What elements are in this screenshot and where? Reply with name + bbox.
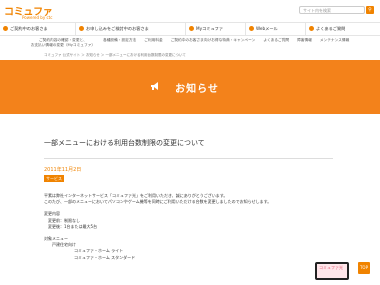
home-icon xyxy=(189,26,194,31)
page-banner: お知らせ xyxy=(0,60,380,114)
person-icon xyxy=(79,26,84,31)
subnav-outage[interactable]: 障害情報 xyxy=(293,38,316,50)
mail-icon xyxy=(249,26,254,31)
nav-faq[interactable]: よくあるご質問 xyxy=(306,23,380,35)
nav-current-customers[interactable]: ご契約中のお客さま xyxy=(0,23,76,35)
page-title: お知らせ xyxy=(175,84,219,95)
breadcrumb[interactable]: コミュファ 公式サイト ＞ お知らせ ＞ 一部メニューにおける利用台数制限の変更… xyxy=(44,53,186,58)
subnav-contract[interactable]: ご契約内容の確認・変更と、 お支払い情報の変更（Myコミュファ） xyxy=(27,38,99,50)
main-nav: ご契約中のお客さま お申し込みをご検討中のお客さま Myコミュファ Webメール… xyxy=(0,22,380,36)
article-body: 平素は弊社インターネットサービス「コミュファ光」をご利用いただき、誠にありがとう… xyxy=(44,193,334,261)
brand-sub: Powered by ctc xyxy=(22,15,53,20)
search-icon[interactable]: ⚲ xyxy=(366,6,374,14)
search-input[interactable]: サイト内を検索 xyxy=(299,6,365,14)
floating-banner[interactable]: コミュファ光 xyxy=(315,262,349,280)
article-date: 2011年11月2日 xyxy=(44,167,82,173)
article-title: 一部メニューにおける利用台数制限の変更について xyxy=(44,138,333,159)
subnav-fees[interactable]: ご利用料金 xyxy=(140,38,166,50)
question-icon xyxy=(309,26,314,31)
category-badge: サービス xyxy=(44,175,64,182)
subnav-maintenance[interactable]: メンテナンス情報 xyxy=(316,38,353,50)
person-icon xyxy=(3,26,8,31)
back-to-top-button[interactable]: TOP xyxy=(358,262,370,274)
subnav-campaign[interactable]: ご契約中のお客さま向けお得な特典・キャンペーン xyxy=(167,38,260,50)
subnav-settings[interactable]: 各種設備・設定方法 xyxy=(99,38,140,50)
nav-prospective-customers[interactable]: お申し込みをご検討中のお客さま xyxy=(76,23,186,35)
site-header: コミュファ Powered by ctc サイト内を検索 ⚲ xyxy=(0,0,380,22)
nav-webmail[interactable]: Webメール xyxy=(246,23,306,35)
sub-nav: ご契約内容の確認・変更と、 お支払い情報の変更（Myコミュファ） 各種設備・設定方… xyxy=(0,36,380,50)
menu-item: コミュファ・ホーム スタンダード xyxy=(74,254,136,260)
subnav-faq[interactable]: よくあるご質問 xyxy=(259,38,293,50)
nav-my-commufa[interactable]: Myコミュファ xyxy=(186,23,246,35)
